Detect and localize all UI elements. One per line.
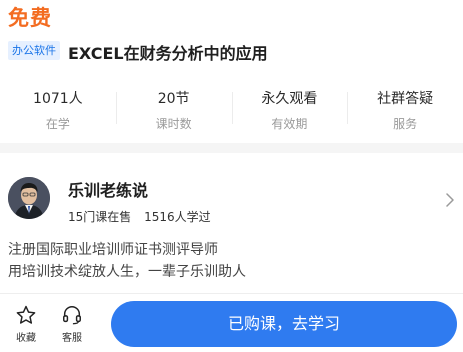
stat-label: 在学 — [45, 117, 70, 131]
course-title: EXCEL在财务分析中的应用 — [68, 44, 268, 63]
course-stats: 1071人 在学 20节 课时数 永久观看 有效期 社群答疑 服务 — [0, 84, 463, 134]
headset-icon — [63, 306, 81, 325]
teacher-avatar — [8, 177, 50, 219]
favorite-button[interactable]: 收藏 — [10, 304, 42, 344]
stat-service: 社群答疑 服务 — [347, 84, 463, 134]
price-label: 免费 — [8, 6, 52, 30]
service-label: 客服 — [62, 333, 82, 344]
courses-on-sale: 15门课在售 — [68, 210, 132, 224]
stat-students: 1071人 在学 — [0, 84, 116, 134]
bio-line: 注册国际职业培训师证书测评导师 — [8, 242, 218, 258]
star-icon — [16, 305, 36, 324]
teacher-name: 乐训老练说 — [68, 181, 149, 200]
course-info-card: 免费 办公软件 EXCEL在财务分析中的应用 1071人 在学 20节 课时数 … — [0, 0, 463, 143]
stat-validity: 永久观看 有效期 — [231, 84, 348, 134]
favorite-label: 收藏 — [16, 333, 36, 344]
teacher-bio: 注册国际职业培训师证书测评导师 用培训技术绽放人生，一辈子乐训助人 — [8, 239, 246, 283]
stat-value: 20节 — [157, 91, 190, 107]
students-learned: 1516人学过 — [144, 210, 211, 224]
bottom-action-bar: 收藏 客服 已购课，去学习 — [0, 293, 463, 352]
stat-lessons: 20节 课时数 — [115, 84, 232, 134]
stat-value: 1071人 — [33, 91, 83, 107]
stat-value: 社群答疑 — [377, 91, 434, 107]
go-learn-button[interactable]: 已购课，去学习 — [111, 301, 457, 347]
stat-label: 有效期 — [271, 117, 308, 131]
chevron-right-icon[interactable] — [445, 193, 455, 207]
category-tag: 办公软件 — [8, 41, 60, 60]
service-button[interactable]: 客服 — [56, 304, 88, 344]
stat-value: 永久观看 — [261, 91, 318, 107]
stat-label: 课时数 — [155, 117, 192, 131]
bio-line: 用培训技术绽放人生，一辈子乐训助人 — [8, 264, 246, 280]
stat-label: 服务 — [393, 117, 418, 131]
avatar-portrait — [8, 177, 50, 219]
teacher-card[interactable]: 乐训老练说 15门课在售 1516人学过 注册国际职业培训师证书测评导师 用培训… — [0, 153, 463, 293]
teacher-meta: 15门课在售 1516人学过 — [68, 208, 211, 225]
